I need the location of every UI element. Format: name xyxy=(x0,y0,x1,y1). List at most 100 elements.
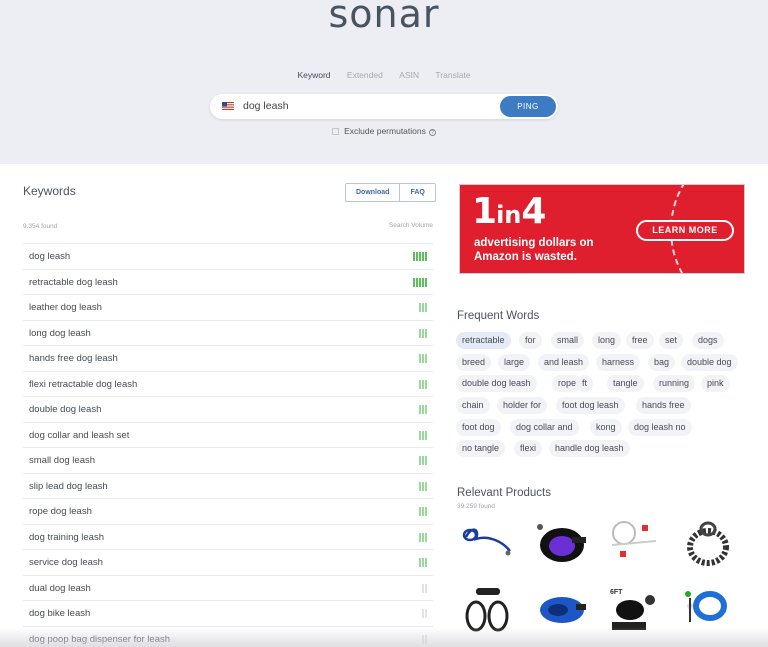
ad-banner[interactable]: 1in4 advertising dollars on Amazon is was… xyxy=(459,184,745,274)
keyword-term[interactable]: slip lead dog leash xyxy=(29,474,108,499)
keyword-row[interactable]: dog leash xyxy=(23,243,433,269)
keyword-row[interactable]: rope dog leash xyxy=(23,498,433,524)
keyword-term[interactable]: dog training leash xyxy=(29,525,104,550)
frequent-word-chip[interactable]: running xyxy=(653,375,696,392)
exclude-permutations-checkbox[interactable] xyxy=(332,128,340,135)
volume-bar xyxy=(425,558,427,567)
relevant-products-count: 39.259 found xyxy=(457,503,495,510)
volume-bar xyxy=(422,379,424,389)
frequent-word-chip[interactable]: kong xyxy=(590,419,622,436)
tab-translate[interactable]: Translate xyxy=(435,70,470,80)
product-purple-retractable-image[interactable] xyxy=(532,515,592,571)
frequent-word-chip[interactable]: tangle xyxy=(607,375,644,392)
frequent-word-chip[interactable]: holder for xyxy=(497,397,548,414)
frequent-word-chip[interactable]: double dog xyxy=(681,354,738,371)
keyword-term[interactable]: dog leash xyxy=(29,244,70,269)
keyword-term[interactable]: service dog leash xyxy=(29,550,103,575)
keyword-term[interactable]: leather dog leash xyxy=(29,295,102,320)
frequent-word-chip[interactable]: large xyxy=(498,354,531,371)
keyword-row[interactable]: dog collar and leash set xyxy=(23,421,433,448)
frequent-word-chip[interactable]: handle dog leash xyxy=(549,440,630,457)
volume-bar xyxy=(422,507,424,516)
volume-bar xyxy=(419,507,421,516)
keyword-list: dog leash retractable dog leash leather do… xyxy=(23,243,433,647)
frequent-word-chip[interactable]: breed xyxy=(456,354,492,371)
product-rope-leash-image[interactable] xyxy=(678,515,738,571)
app-logo[interactable]: sonar xyxy=(0,0,768,36)
keyword-row[interactable]: retractable dog leash xyxy=(23,268,433,295)
frequent-word-chip[interactable]: foot dog xyxy=(456,419,501,436)
frequent-word-chip[interactable]: ft xyxy=(576,375,594,392)
keyword-row[interactable]: hands free dog leash xyxy=(23,345,433,371)
search-input[interactable]: dog leash xyxy=(243,94,289,119)
search-volume-bars xyxy=(419,507,427,516)
frequent-word-chip[interactable]: chain xyxy=(456,397,490,414)
search-volume-bars xyxy=(419,328,427,338)
volume-bar xyxy=(422,558,424,567)
help-icon[interactable]: ? xyxy=(428,129,436,136)
keyword-row[interactable]: flexi retractable dog leash xyxy=(23,370,433,397)
frequent-word-chip[interactable]: free xyxy=(626,332,654,349)
volume-bar xyxy=(419,558,421,567)
keyword-row[interactable]: double dog leash xyxy=(23,396,433,422)
frequent-word-chip[interactable]: bag xyxy=(648,354,676,371)
keyword-term[interactable]: dual dog leash xyxy=(29,576,91,601)
frequent-word-chip[interactable]: dog collar and xyxy=(510,419,579,436)
keyword-row[interactable]: slip lead dog leash xyxy=(23,472,433,499)
product-blue-leash-image[interactable] xyxy=(458,515,518,571)
tab-extended[interactable]: Extended xyxy=(347,70,383,80)
faq-button[interactable]: FAQ xyxy=(399,184,434,201)
keyword-term[interactable]: hands free dog leash xyxy=(29,346,118,371)
ping-button[interactable]: PING xyxy=(500,96,556,117)
volume-bar xyxy=(419,532,421,542)
keyword-row[interactable]: long dog leash xyxy=(23,319,433,346)
frequent-word-chip[interactable]: double dog leash xyxy=(456,375,537,392)
keyword-term[interactable]: dog bike leash xyxy=(29,601,90,626)
keyword-term[interactable]: small dog leash xyxy=(29,448,95,473)
keyword-term[interactable]: flexi retractable dog leash xyxy=(29,372,137,397)
frequent-word-chip[interactable]: pink xyxy=(701,375,730,392)
tab-asin[interactable]: ASIN xyxy=(399,70,419,80)
frequent-word-chip[interactable]: flexi xyxy=(514,440,543,457)
keyword-row[interactable]: small dog leash xyxy=(23,447,433,473)
learn-more-button[interactable]: LEARN MORE xyxy=(636,220,734,241)
us-flag-icon[interactable] xyxy=(222,102,234,110)
download-button[interactable]: Download xyxy=(346,184,399,201)
volume-bar xyxy=(425,481,427,491)
exclude-permutations-label: Exclude permutations xyxy=(344,126,426,136)
frequent-word-chip[interactable]: harness xyxy=(596,354,641,371)
tab-keyword[interactable]: Keyword xyxy=(297,70,330,80)
keyword-term[interactable]: rope dog leash xyxy=(29,499,92,524)
keyword-term[interactable]: dog collar and leash set xyxy=(29,423,129,448)
keyword-row[interactable]: leather dog leash xyxy=(23,294,433,320)
volume-bar xyxy=(422,354,424,363)
product-label: 6FT xyxy=(610,589,623,596)
keyword-term[interactable]: long dog leash xyxy=(29,321,91,346)
product-cable-tieout-image[interactable] xyxy=(604,515,664,571)
frequent-word-chip[interactable]: and leash xyxy=(538,354,590,371)
frequent-word-chip[interactable]: long xyxy=(592,332,622,349)
frequent-word-chip[interactable]: dog leash no xyxy=(628,419,692,436)
keyword-term[interactable]: double dog leash xyxy=(29,397,101,422)
volume-bar xyxy=(419,430,421,440)
volume-bar xyxy=(422,328,424,338)
frequent-word-chip[interactable]: set xyxy=(659,332,684,349)
frequent-word-chip[interactable]: retractable xyxy=(456,332,511,349)
volume-bar xyxy=(422,430,424,440)
keyword-term[interactable]: retractable dog leash xyxy=(29,270,118,295)
volume-bar xyxy=(419,456,421,465)
frequent-word-chip[interactable]: foot dog leash xyxy=(556,397,625,414)
ad-headline: 1in4 xyxy=(472,191,546,232)
frequent-word-chip[interactable]: small xyxy=(551,332,585,349)
volume-bar xyxy=(422,583,424,593)
frequent-word-chip[interactable]: no tangle xyxy=(456,440,506,457)
keyword-row[interactable]: dog bike leash xyxy=(23,600,433,626)
frequent-word-chip[interactable]: hands free xyxy=(636,397,691,414)
frequent-word-chip[interactable]: for xyxy=(519,332,542,349)
search-volume-bars xyxy=(419,456,427,465)
search-volume-header[interactable]: Search Volume xyxy=(389,222,433,229)
frequent-word-chip[interactable]: dogs xyxy=(692,332,724,349)
keyword-row[interactable]: dog training leash xyxy=(23,523,433,550)
keyword-row[interactable]: service dog leash xyxy=(23,549,433,575)
keyword-row[interactable]: dual dog leash xyxy=(23,574,433,601)
